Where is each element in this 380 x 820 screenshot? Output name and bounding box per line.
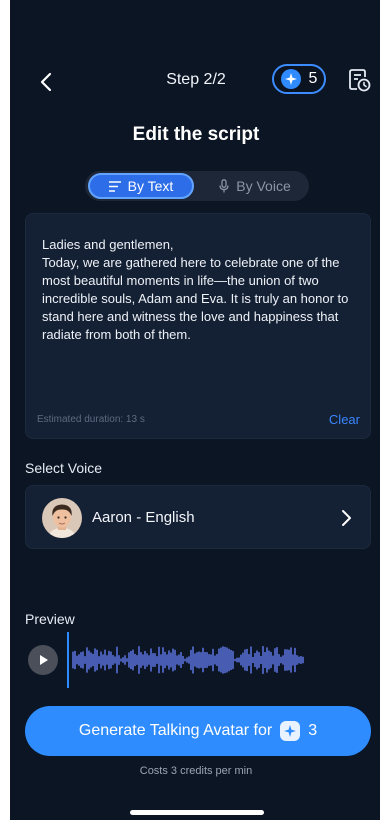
cost-note: Costs 3 credits per min (139, 765, 253, 777)
text-lines-icon (108, 180, 121, 192)
generate-button-label: Generate Talking Avatar for (78, 722, 273, 739)
history-icon (349, 69, 371, 92)
estimated-duration: Estimated duration: 13 s (37, 414, 145, 425)
tab-by-text[interactable]: By Text (88, 173, 194, 199)
generate-avatar-button[interactable]: Generate Talking Avatar for 3 (25, 706, 371, 756)
play-button[interactable] (28, 645, 58, 675)
play-icon (40, 655, 48, 665)
credit-icon (280, 69, 301, 89)
credit-icon (280, 721, 301, 741)
page-title: Edit the script (132, 124, 260, 145)
voice-avatar (42, 498, 82, 538)
credits-count: 5 (308, 70, 318, 87)
selected-voice-name: Aaron - English (92, 509, 195, 526)
script-editor[interactable]: Ladies and gentlemen, Today, we are gath… (25, 213, 371, 439)
microphone-icon (219, 179, 229, 193)
tab-by-voice[interactable]: By Voice (205, 173, 305, 199)
select-voice-label: Select Voice (25, 460, 103, 476)
generate-cost-credits: 3 (308, 722, 318, 739)
input-mode-toggle: By Text By Voice (85, 171, 309, 201)
credits-balance[interactable]: 5 (272, 64, 326, 94)
script-textarea[interactable]: Ladies and gentlemen, Today, we are gath… (42, 236, 360, 344)
chevron-right-icon (342, 510, 351, 526)
clear-button[interactable]: Clear (329, 412, 360, 427)
tab-by-voice-label: By Voice (236, 178, 291, 194)
audio-waveform[interactable] (66, 632, 306, 688)
tab-by-text-label: By Text (127, 178, 174, 194)
home-indicator (130, 810, 264, 815)
preview-label: Preview (25, 611, 75, 627)
voice-selector[interactable]: Aaron - English (25, 485, 371, 549)
history-button[interactable] (346, 67, 372, 93)
app-screen: Step 2/2 5 Edit the script By Text By Vo… (10, 0, 380, 820)
